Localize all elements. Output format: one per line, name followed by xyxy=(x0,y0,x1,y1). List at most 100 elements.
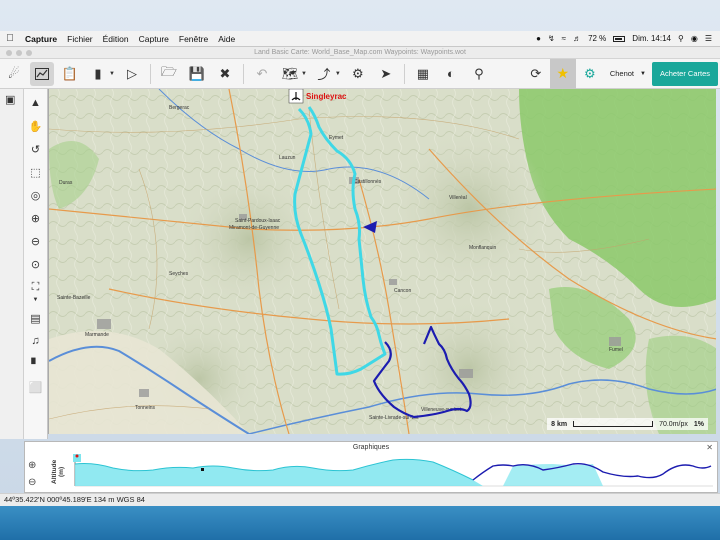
zoom-in-icon[interactable]: ⊕ xyxy=(26,209,46,227)
graph-tools: ⊕ ⊖ xyxy=(28,460,36,488)
side-panel: ▣ xyxy=(0,89,24,439)
undo-icon[interactable]: ↶ xyxy=(250,62,274,86)
select-icon[interactable]: ⬜ xyxy=(26,378,46,396)
chevron-down-icon[interactable]: ▼ xyxy=(109,71,115,77)
camera-icon[interactable]: ● xyxy=(536,34,541,43)
user-menu[interactable]: Chenot ▼ xyxy=(604,69,652,78)
cursor-coordinates: 44º35.422'N 000º45.189'E 134 m WGS 84 xyxy=(4,495,145,504)
chevron-down-icon[interactable]: ▼ xyxy=(301,71,307,77)
toolbar-right: ⟳ ★ ⚙ Chenot ▼ Acheter Cartes xyxy=(522,58,720,89)
navigate-icon[interactable]: ➤ xyxy=(374,62,398,86)
sync-off-icon[interactable]: ⟳ xyxy=(524,62,548,86)
settings-icon[interactable]: ⚙ xyxy=(578,62,602,86)
center-icon[interactable]: ◎ xyxy=(26,186,46,204)
town-label: Eymet xyxy=(329,135,344,141)
toolbar-divider xyxy=(242,63,244,84)
notification-center-icon[interactable]: ☰ xyxy=(705,34,712,43)
chart-view-icon[interactable] xyxy=(30,61,54,86)
pan-hand-icon[interactable]: ✋ xyxy=(26,117,46,135)
route-icon[interactable]: ⤴ xyxy=(312,62,336,86)
spotlight-icon[interactable]: ⚲ xyxy=(678,34,684,43)
town-label: Bergerac xyxy=(169,105,190,111)
menu-fenetre[interactable]: Fenêtre xyxy=(174,34,213,44)
waypoint-label[interactable]: Singleyrac xyxy=(306,92,347,101)
qr-icon[interactable]: ▦ xyxy=(411,62,435,86)
globe-icon[interactable]: ◐ xyxy=(439,62,463,86)
fullscreen-icon[interactable]: ⛶ xyxy=(26,278,46,296)
rotate-icon[interactable]: ↺ xyxy=(26,140,46,158)
zoom-out-icon[interactable]: ⊖ xyxy=(28,477,36,488)
clipboard-icon[interactable]: 📋 xyxy=(58,62,82,86)
town-label: Sainte-Bazeille xyxy=(57,295,91,301)
battery-percent: 72 % xyxy=(588,34,607,43)
town-label: Castillonnès xyxy=(354,179,382,185)
graph-panel: Graphiques ✕ ⊕ ⊖ Altitude (m) xyxy=(24,441,718,493)
map-resolution: 70.0m/px xyxy=(659,420,688,428)
window-controls xyxy=(6,50,32,56)
compass-icon[interactable]: ▲ xyxy=(26,94,46,112)
user-name: Chenot xyxy=(609,69,635,78)
menubar-status-area: ● ↯ ≈ ♬ 72 % Dim. 14:14 ⚲ ◉ ☰ xyxy=(536,34,720,43)
user-icon[interactable]: ◉ xyxy=(691,34,698,43)
zoom-out-icon[interactable]: ⊖ xyxy=(26,232,46,250)
star-icon[interactable]: ★ xyxy=(549,58,576,89)
music-icon[interactable]: ♫ xyxy=(26,332,46,350)
map-icon[interactable]: 🗺 xyxy=(278,62,302,86)
apple-menu-icon[interactable]:  xyxy=(0,33,20,44)
menu-fichier[interactable]: Fichier xyxy=(62,34,98,44)
profile-cursor[interactable] xyxy=(201,468,204,471)
network-icon[interactable]: ☄ xyxy=(2,62,26,86)
map-tools: ▲ ✋ ↺ ⬚ ◎ ⊕ ⊖ ⊙ ⛶ ▼ ▤ ♫ ▘ ⬜ xyxy=(24,89,48,439)
minimize-window-button[interactable] xyxy=(16,50,22,56)
chevron-down-icon: ▼ xyxy=(640,70,646,77)
wifi-icon[interactable]: ≈ xyxy=(562,34,566,43)
toolbar-divider xyxy=(403,63,405,84)
map-view[interactable]: Castillonnès Saint-Pardoux-Isaac Miramon… xyxy=(48,89,716,434)
zoom-window-button[interactable] xyxy=(26,50,32,56)
town-label: Tonneins xyxy=(135,405,156,411)
town-label: Miramont-de-Guyenne xyxy=(229,225,279,231)
volume-icon[interactable]: ♬ xyxy=(573,34,581,43)
town-label: Marmande xyxy=(85,332,109,338)
bluetooth-icon[interactable]: ↯ xyxy=(548,34,555,43)
map-scalebar: 8 km 70.0m/px 1% xyxy=(547,418,708,430)
town-label: Saint-Pardoux-Isaac xyxy=(235,218,281,224)
layers-icon[interactable]: ▤ xyxy=(26,309,46,327)
town-label: Lauzun xyxy=(279,155,296,161)
elevation-profile[interactable] xyxy=(63,452,713,490)
ruler-icon[interactable]: ▘ xyxy=(26,355,46,373)
close-icon[interactable]: ✕ xyxy=(706,443,713,452)
map-zoom: 1% xyxy=(693,420,704,428)
scale-line xyxy=(573,421,654,427)
zoom-in-icon[interactable]: ⊕ xyxy=(28,460,36,471)
search-icon[interactable]: ⚲ xyxy=(467,62,491,86)
graph-y-axis-label: Altitude (m) xyxy=(51,459,65,485)
save-icon[interactable]: 💾 xyxy=(185,62,209,86)
menu-aide[interactable]: Aide xyxy=(213,34,240,44)
open-folder-icon[interactable]: 🗁 xyxy=(157,62,181,86)
chevron-down-icon[interactable]: ▼ xyxy=(26,296,46,304)
play-icon[interactable]: ▷ xyxy=(120,62,144,86)
status-bar: 44º35.422'N 000º45.189'E 134 m WGS 84 xyxy=(0,493,720,506)
zoom-fit-icon[interactable]: ⊙ xyxy=(26,255,46,273)
gps-device-icon[interactable]: ▣ xyxy=(5,93,18,106)
battery-icon[interactable] xyxy=(613,35,626,42)
tools-icon[interactable]: ✖ xyxy=(213,62,237,86)
menu-capture[interactable]: Capture xyxy=(134,34,174,44)
waypoint-icon[interactable]: ⚙ xyxy=(346,62,370,86)
graph-title: Graphiques xyxy=(352,444,390,451)
zoom-box-icon[interactable]: ⬚ xyxy=(26,163,46,181)
menu-edition[interactable]: Édition xyxy=(98,34,134,44)
main-toolbar: ☄ 📋 ▮ ▼ ▷ 🗁 💾 ✖ ↶ 🗺 ▼ ⤴ ▼ ⚙ ➤ ▦ ◐ ⚲ ⟳ ★ … xyxy=(0,58,720,89)
town-label: Monflanquin xyxy=(469,245,496,251)
window-title: Land Basic Carte: World_Base_Map.com Way… xyxy=(254,49,466,56)
buy-maps-button[interactable]: Acheter Cartes xyxy=(651,61,718,86)
map-canvas[interactable]: Castillonnès Saint-Pardoux-Isaac Miramon… xyxy=(49,89,716,434)
toolbar-divider xyxy=(149,63,151,84)
menu-app[interactable]: Capture xyxy=(20,34,62,44)
chevron-down-icon[interactable]: ▼ xyxy=(335,71,341,77)
menubar-clock[interactable]: Dim. 14:14 xyxy=(632,34,671,43)
close-window-button[interactable] xyxy=(6,50,12,56)
device-icon[interactable]: ▮ xyxy=(86,62,110,86)
desktop-background xyxy=(0,506,720,540)
